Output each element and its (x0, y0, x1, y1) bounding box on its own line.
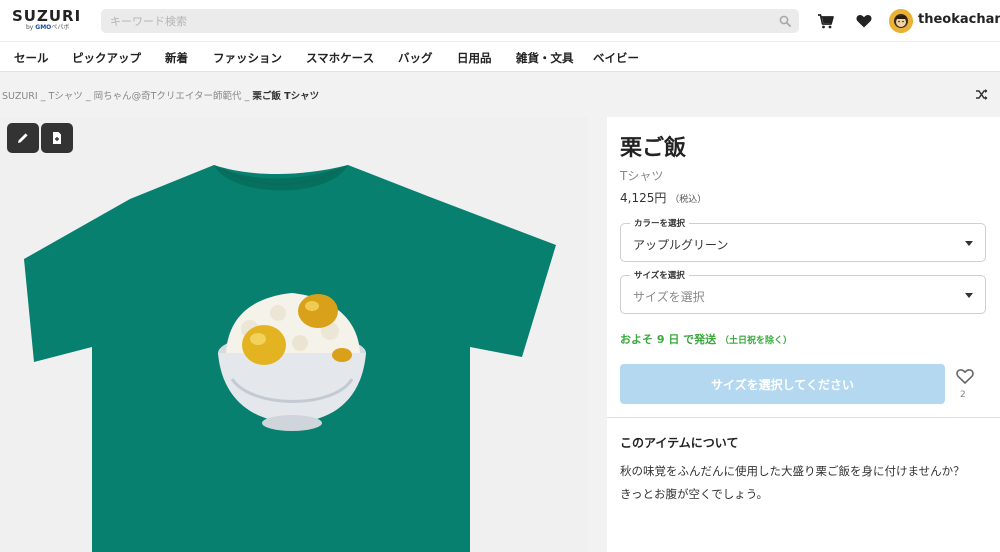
about-heading: このアイテムについて (620, 436, 739, 450)
search-bar (101, 9, 799, 33)
breadcrumb-separator: _ (40, 91, 46, 102)
description-line: 秋の味覚をふんだんに使用した大盛り栗ご飯を身に付けませんか？ (620, 464, 965, 478)
breadcrumb-separator: _ (244, 91, 250, 102)
product-price: 4,125円 （税込） (620, 189, 706, 206)
color-select-value: アップルグリーン (633, 238, 729, 252)
chevron-down-icon (965, 241, 973, 246)
nav-item-bag[interactable]: バッグ (398, 50, 433, 66)
nav-item-stationery[interactable]: 雑貨・文具 (516, 50, 574, 66)
file-button[interactable] (41, 123, 73, 153)
nav-item-phone-case[interactable]: スマホケース (306, 50, 374, 66)
cart-icon[interactable] (817, 12, 835, 30)
file-icon (53, 132, 61, 144)
size-select-label: サイズを選択 (630, 269, 689, 281)
suzuri-logo[interactable]: SUZURI by GMOペパボ (12, 8, 88, 34)
username[interactable]: theokachan (918, 12, 1000, 27)
color-select-label: カラーを選択 (630, 217, 690, 229)
nav-item-fashion[interactable]: ファッション (213, 50, 282, 66)
search-icon[interactable] (779, 15, 791, 27)
product-title: 栗ご飯 (620, 136, 687, 161)
edit-button[interactable] (7, 123, 39, 153)
logo-subtext: by GMOペパボ (26, 24, 70, 31)
user-avatar[interactable] (889, 9, 913, 33)
color-select[interactable]: カラーを選択 アップルグリーン (620, 217, 986, 262)
description-line: きっとお腹が空くでしょう。 (620, 487, 769, 501)
tshirt-image (24, 165, 556, 552)
nav-item-pickup[interactable]: ピックアップ (72, 50, 141, 66)
nav-item-baby[interactable]: ベイビー (593, 50, 639, 66)
product-category[interactable]: Tシャツ (620, 167, 663, 184)
heart-icon[interactable] (855, 12, 873, 30)
breadcrumb: SUZURI _ Tシャツ _ 岡ちゃん@奇Tクリエイター師範代 _ 栗ご飯 T… (2, 88, 319, 102)
nav-item-new[interactable]: 新着 (165, 50, 188, 66)
product-image-panel (0, 117, 588, 552)
nav-item-sale[interactable]: セール (14, 50, 49, 66)
breadcrumb-item[interactable]: 岡ちゃん@奇Tクリエイター師範代 (94, 91, 242, 102)
tax-note: （税込） (670, 195, 707, 205)
chevron-down-icon (965, 293, 973, 298)
size-select-value: サイズを選択 (633, 290, 705, 304)
price-value: 4,125円 (620, 191, 667, 205)
breadcrumb-item[interactable]: SUZURI (2, 91, 38, 102)
shuffle-icon[interactable] (975, 88, 988, 101)
site-header: SUZURI by GMOペパボ theokachan (0, 0, 1000, 41)
breadcrumb-current: 栗ご飯 Tシャツ (252, 91, 320, 102)
shipping-estimate: およそ 9 日 で発送 （土日祝を除く） (620, 333, 793, 346)
about-text: 秋の味覚をふんだんに使用した大盛り栗ご飯を身に付けませんか？ きっとお腹が空くで… (620, 460, 990, 506)
pencil-icon (18, 133, 28, 143)
favorite-heart-icon[interactable] (955, 366, 975, 386)
item-description-panel: このアイテムについて 秋の味覚をふんだんに使用した大盛り栗ご飯を身に付けませんか… (607, 417, 1000, 552)
search-input[interactable] (101, 9, 761, 33)
logo-text: SUZURI (12, 7, 82, 25)
product-info-panel: 栗ご飯 Tシャツ 4,125円 （税込） カラーを選択 アップルグリーン サイズ… (607, 117, 1000, 417)
breadcrumb-separator: _ (85, 91, 91, 102)
category-nav: セール ピックアップ 新着 ファッション スマホケース バッグ 日用品 雑貨・文… (0, 41, 1000, 72)
favorite-count: 2 (960, 390, 966, 400)
breadcrumb-item[interactable]: Tシャツ (49, 91, 83, 102)
nav-item-daily-goods[interactable]: 日用品 (457, 50, 492, 66)
size-select[interactable]: サイズを選択 サイズを選択 (620, 269, 986, 314)
add-to-cart-button[interactable]: サイズを選択してください (620, 364, 945, 404)
